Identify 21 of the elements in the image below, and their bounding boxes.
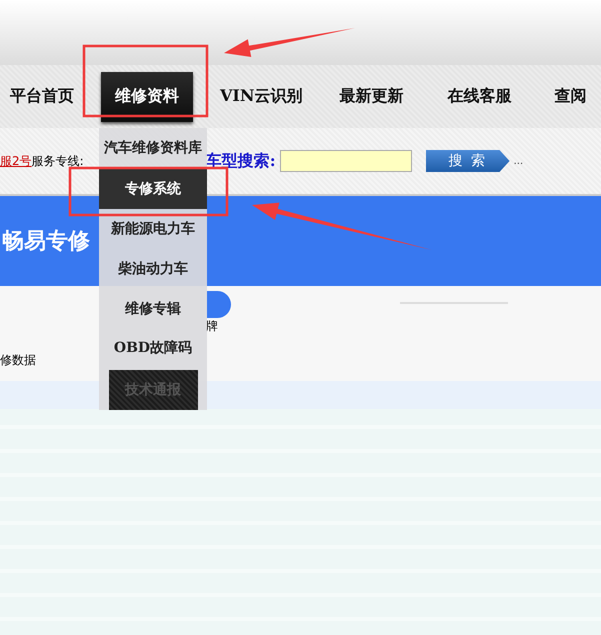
nav-tab[interactable]: VIN云识别: [220, 72, 303, 122]
search-field[interactable]: [280, 150, 412, 172]
menu-item[interactable]: 专修系统: [99, 168, 207, 210]
nav-tab[interactable]: 在线客服: [448, 72, 512, 122]
nav-tab[interactable]: 平台首页: [10, 72, 74, 122]
search-button[interactable]: 搜 索: [426, 150, 510, 172]
menu-item[interactable]: 维修专辑: [99, 288, 207, 329]
menu-item[interactable]: 柴油动力车: [99, 249, 207, 289]
menu-item[interactable]: 新能源电力车: [99, 209, 207, 250]
nav-tab[interactable]: 查阅: [554, 72, 587, 122]
brand-button[interactable]: [207, 291, 231, 318]
hotline-label: 服务专线:: [32, 152, 84, 170]
nav-tab[interactable]: 维修资料: [101, 72, 193, 122]
banner-title: 畅易专修: [2, 227, 90, 256]
more-text: ...: [514, 156, 524, 166]
service-link[interactable]: 服2号: [0, 152, 32, 170]
nav-tab[interactable]: 最新更新: [340, 72, 404, 122]
menu-item[interactable]: OBD故障码: [99, 328, 207, 368]
data-label: 修数据: [0, 352, 36, 369]
menu-item[interactable]: 汽车维修资料库: [99, 128, 207, 168]
brand-hint: 牌: [206, 318, 218, 335]
